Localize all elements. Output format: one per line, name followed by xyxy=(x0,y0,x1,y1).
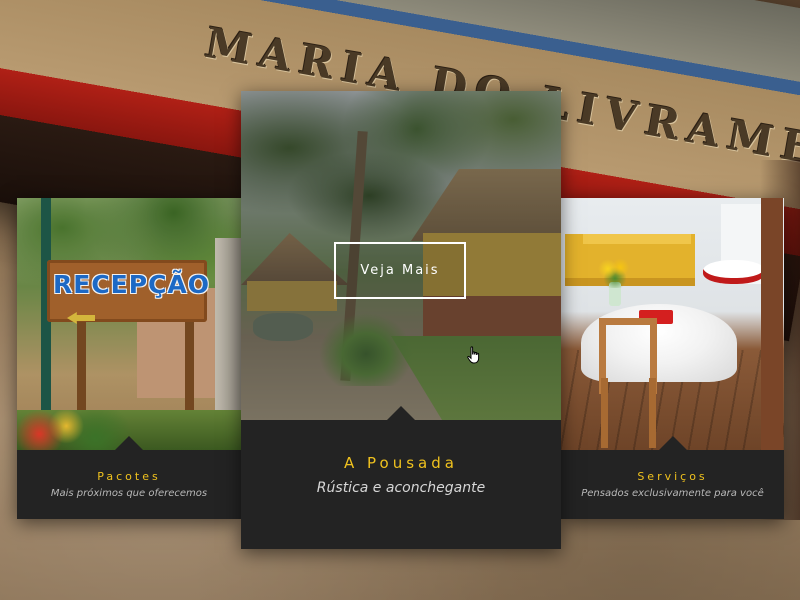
card-a-pousada-photo[interactable]: Veja Mais xyxy=(241,91,561,420)
card-a-pousada[interactable]: Veja Mais A Pousada Rústica e aconchegan… xyxy=(241,91,561,549)
photo-dim-overlay xyxy=(17,198,241,450)
card-servicos-photo[interactable] xyxy=(561,198,784,450)
yellow-flowers xyxy=(597,256,633,288)
card-servicos-caption: Serviços Pensados exclusivamente para vo… xyxy=(561,436,784,519)
card-a-pousada-title: A Pousada xyxy=(344,454,458,472)
caption-pointer-icon xyxy=(387,406,415,420)
card-a-pousada-subtitle: Rústica e aconchegante xyxy=(316,480,486,496)
restaurant-scene xyxy=(561,198,784,450)
card-pacotes-title: Pacotes xyxy=(97,470,161,483)
card-pacotes[interactable]: RECEPÇÃO Pacotes Mais próximos que ofere… xyxy=(17,198,241,519)
hand-pointer-icon xyxy=(467,346,480,364)
card-servicos-subtitle: Pensados exclusivamente para você xyxy=(581,488,764,499)
card-servicos[interactable]: Serviços Pensados exclusivamente para vo… xyxy=(561,198,784,519)
card-pacotes-photo[interactable]: RECEPÇÃO xyxy=(17,198,241,450)
buffet-counter-top xyxy=(583,234,691,244)
chair-leg-left xyxy=(601,378,608,448)
card-servicos-title: Serviços xyxy=(637,470,708,483)
chair-leg-right xyxy=(649,378,656,448)
card-a-pousada-caption: A Pousada Rústica e aconchegante xyxy=(241,406,561,549)
background-table xyxy=(703,260,765,284)
card-pacotes-subtitle: Mais próximos que oferecemos xyxy=(50,488,208,499)
caption-pointer-icon xyxy=(115,436,143,450)
caption-pointer-icon xyxy=(658,436,687,450)
veja-mais-button[interactable]: Veja Mais xyxy=(334,242,466,299)
wooden-post xyxy=(761,198,783,450)
card-pacotes-caption: Pacotes Mais próximos que oferecemos xyxy=(17,436,241,519)
